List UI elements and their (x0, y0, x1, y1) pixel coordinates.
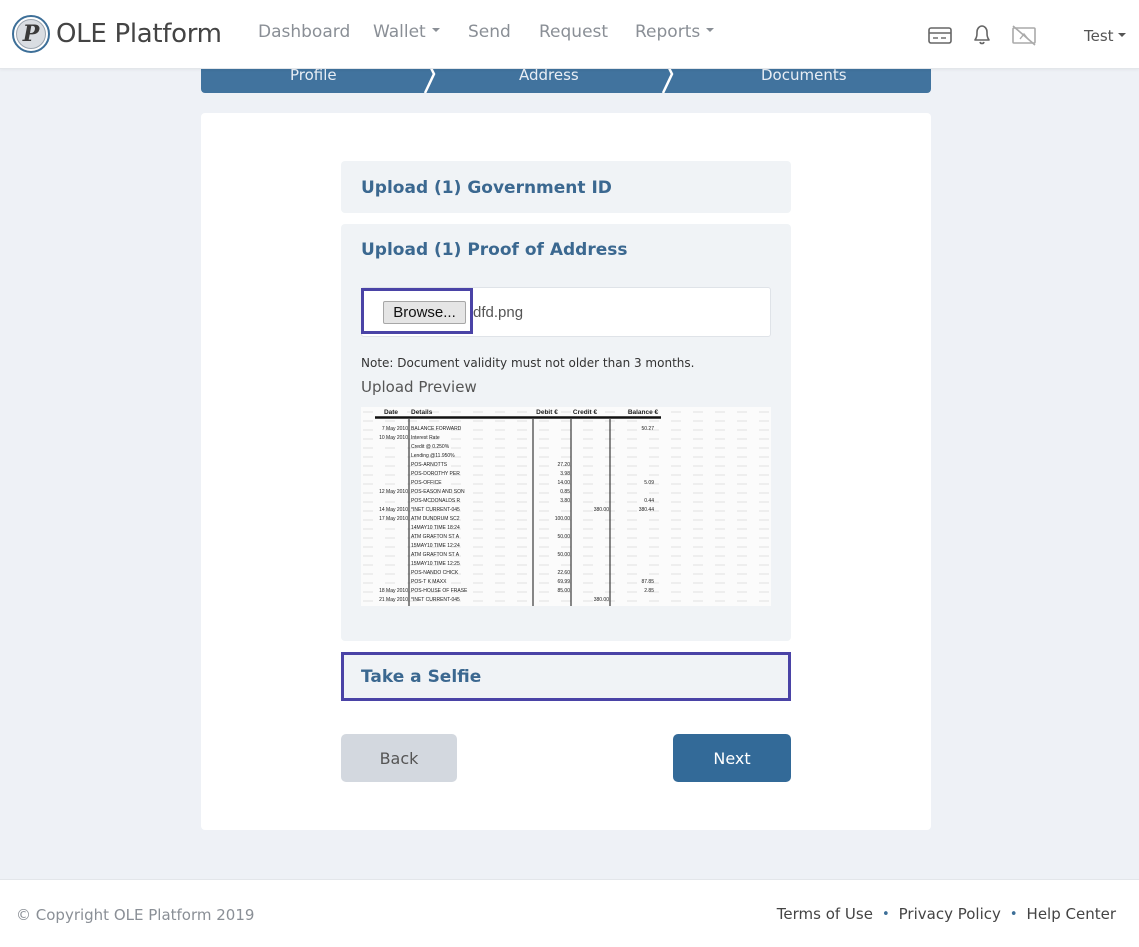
back-button[interactable]: Back (341, 734, 457, 782)
next-button[interactable]: Next (673, 734, 791, 782)
user-menu[interactable]: Test (1084, 27, 1126, 45)
preview-header-cell: Balance € (628, 409, 659, 416)
nav-send-label: Send (468, 22, 511, 42)
chevron-down-icon (431, 28, 440, 32)
preview-cell: BALANCE FORWARD (411, 426, 462, 432)
preview-cell: POS-DOROTHY PER (411, 471, 460, 477)
preview-cell: 3.80 (560, 498, 570, 504)
preview-header-cell: Details (411, 409, 433, 416)
preview-cell: 14 May 2010 (379, 507, 408, 513)
card-icon[interactable] (927, 23, 953, 47)
preview-cell: 27.20 (557, 462, 570, 468)
nav-wallet[interactable]: Wallet (373, 22, 440, 42)
preview-cell: 12 May 2010 (379, 489, 408, 495)
preview-cell: 0.85 (560, 489, 570, 495)
preview-header-cell: Date (384, 409, 398, 416)
preview-cell: 7 May 2010 (382, 426, 408, 432)
terms-link[interactable]: Terms of Use (777, 905, 873, 923)
preview-cell: 2.85 (644, 588, 654, 594)
take-selfie-panel[interactable]: Take a Selfie (341, 652, 791, 701)
bell-icon[interactable] (969, 23, 995, 47)
preview-cell: POS-NANDO CHICK (411, 570, 459, 576)
preview-cell: 380.00 (594, 507, 610, 513)
privacy-link[interactable]: Privacy Policy (899, 905, 1001, 923)
preview-cell: Credit @ 0.250% (411, 444, 450, 450)
preview-cell: 50.00 (557, 552, 570, 558)
footer: © Copyright OLE Platform 2019 Terms of U… (0, 879, 1139, 947)
nav-dashboard-label: Dashboard (258, 22, 351, 42)
preview-cell: Lending @11.950% (411, 453, 455, 459)
preview-cell: 21 May 2010 (379, 597, 408, 603)
preview-header-cell: Debit € (536, 409, 558, 416)
preview-header-cell: Credit € (573, 409, 598, 416)
preview-cell: Interest Rate (411, 435, 440, 441)
chevron-down-icon (706, 28, 715, 32)
preview-cell: POS-T K MAXX (411, 579, 447, 585)
preview-cell: *INET CURRENT-045 (411, 507, 460, 513)
preview-cell: 100.00 (555, 516, 571, 522)
preview-cell: 69.99 (557, 579, 570, 585)
chevron-down-icon (1117, 32, 1126, 37)
logo-icon: P (12, 15, 50, 53)
preview-cell: 380.00 (594, 597, 610, 603)
nav-dashboard[interactable]: Dashboard (258, 22, 350, 42)
preview-cell: POS-HOUSE OF FRASE (411, 588, 468, 594)
preview-cell: 14.00 (557, 480, 570, 486)
selected-file-name: dfd.png (473, 304, 524, 321)
preview-cell: 87.85 (641, 579, 654, 585)
preview-cell: 17 May 2010 (379, 516, 408, 522)
upload-preview-image: Date Details Debit € Credit € Balance € 7 May… (361, 407, 771, 606)
proof-of-address-title[interactable]: Upload (1) Proof of Address (361, 240, 627, 260)
nav-reports-label: Reports (635, 22, 701, 42)
validity-note: Note: Document validity must not older t… (361, 356, 695, 370)
preview-cell: POS-MCDONALDS R (411, 498, 461, 504)
nav-wallet-label: Wallet (373, 22, 426, 42)
preview-cell: 15MAY10 TIME 12:24 (411, 543, 460, 549)
top-navbar: P OLE Platform Dashboard Wallet Send Req… (0, 0, 1139, 69)
preview-cell: ATM DUNDRUM SC2 (411, 516, 460, 522)
nav-request-label: Request (539, 22, 609, 42)
separator-dot-icon: • (1009, 906, 1018, 922)
nav-reports[interactable]: Reports (635, 22, 715, 42)
preview-cell: *INET CURRENT-045 (411, 597, 460, 603)
preview-cell: 0.44 (644, 498, 654, 504)
preview-cell: POS-ARNOTTS (411, 462, 448, 468)
government-id-panel[interactable]: Upload (1) Government ID (341, 161, 791, 213)
help-center-link[interactable]: Help Center (1027, 905, 1116, 923)
nav-request[interactable]: Request (539, 22, 608, 42)
preview-cell: 14MAY10 TIME 18:24 (411, 525, 460, 531)
preview-cell: 50.27 (641, 426, 654, 432)
brand-name: OLE Platform (56, 19, 222, 49)
preview-cell: 380.44 (639, 507, 655, 513)
take-selfie-title: Take a Selfie (361, 667, 482, 687)
preview-cell: POS-OFFICE (411, 480, 442, 486)
preview-cell: 15MAY10 TIME 12:25 (411, 561, 460, 567)
bank-statement-preview: Date Details Debit € Credit € Balance € 7 May… (361, 407, 771, 606)
logo-letter: P (16, 19, 46, 49)
copyright-text: © Copyright OLE Platform 2019 (16, 906, 255, 924)
brand-logo[interactable]: P OLE Platform (12, 15, 222, 53)
preview-cell: 22.60 (557, 570, 570, 576)
nav-send[interactable]: Send (468, 22, 511, 42)
preview-cell: 5.09 (644, 480, 654, 486)
preview-cell: ATM GRAFTON ST A (411, 552, 460, 558)
preview-cell: 10 May 2010 (379, 435, 408, 441)
preview-cell: POS-EASON AND SON (411, 489, 465, 495)
user-name: Test (1084, 27, 1114, 45)
preview-cell: ATM GRAFTON ST A (411, 534, 460, 540)
no-camera-icon[interactable] (1011, 23, 1037, 47)
upload-preview-label: Upload Preview (361, 378, 477, 396)
separator-dot-icon: • (881, 906, 890, 922)
government-id-title: Upload (1) Government ID (361, 178, 612, 198)
footer-links: Terms of Use • Privacy Policy • Help Cen… (777, 905, 1116, 923)
preview-cell: 3.98 (560, 471, 570, 477)
preview-cell: 50.00 (557, 534, 570, 540)
preview-cell: 18 May 2010 (379, 588, 408, 594)
preview-cell: 85.00 (557, 588, 570, 594)
browse-highlight (361, 288, 473, 334)
